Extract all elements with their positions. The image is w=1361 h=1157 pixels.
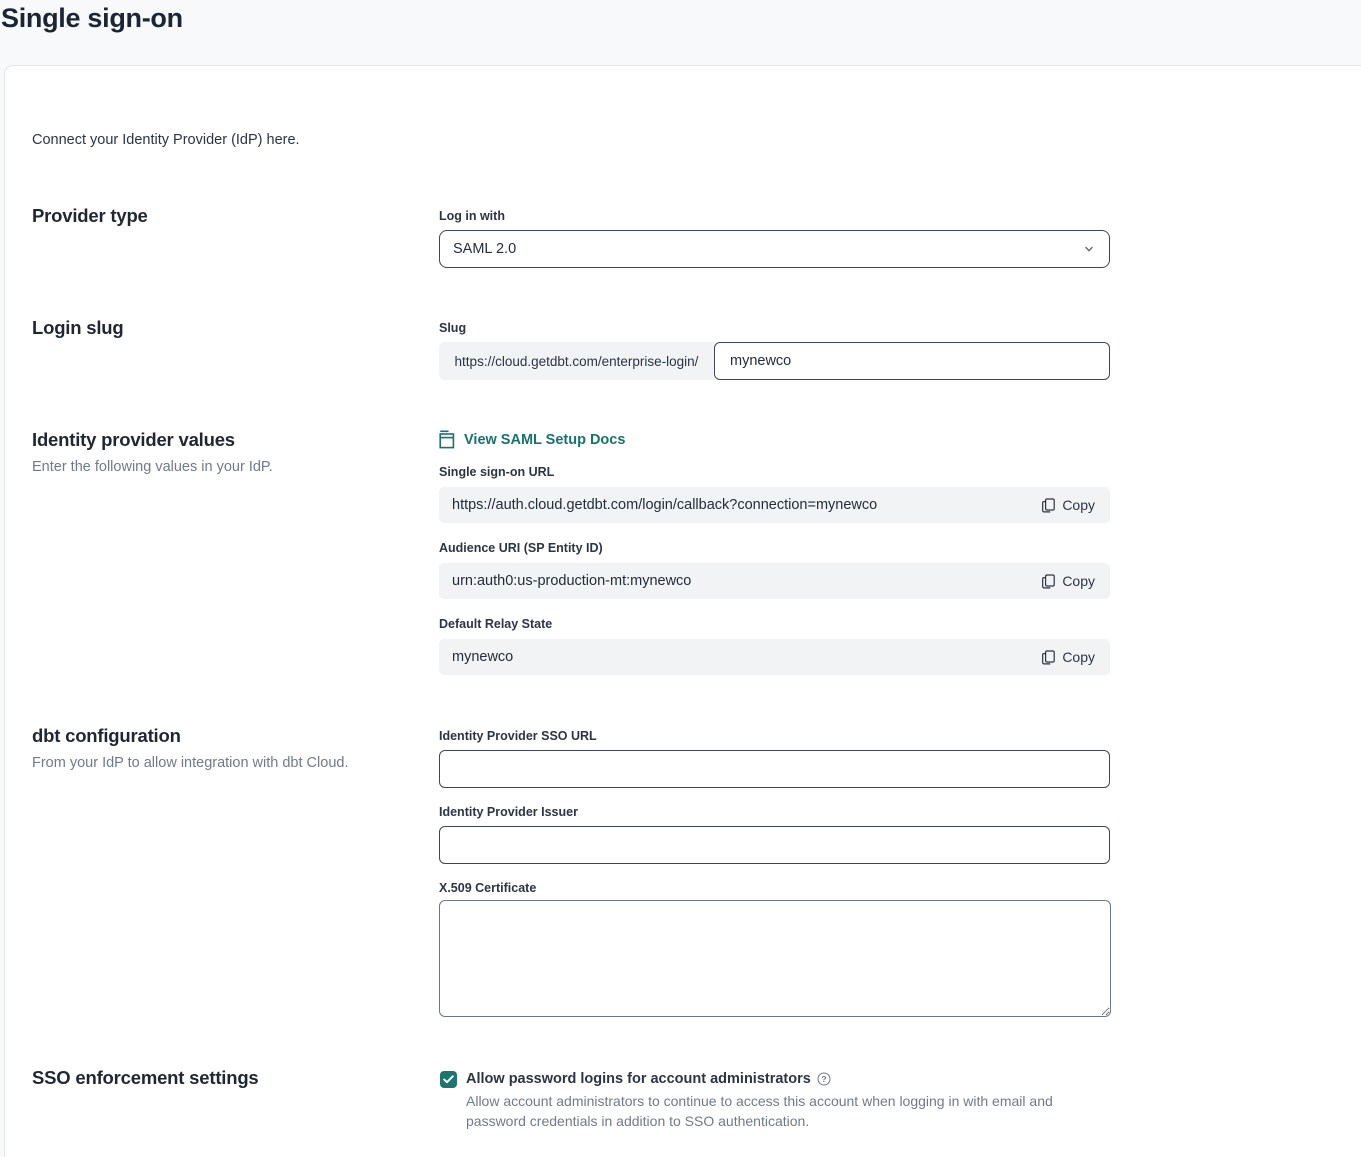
idp-sso-url-input[interactable] [439, 750, 1110, 788]
slug-input[interactable] [714, 342, 1110, 380]
audience-uri-label: Audience URI (SP Entity ID) [439, 541, 603, 555]
view-saml-docs-link[interactable]: View SAML Setup Docs [439, 430, 625, 449]
svg-text:?: ? [821, 1074, 826, 1084]
provider-select[interactable]: SAML 2.0 [439, 230, 1110, 268]
copy-button-label: Copy [1062, 573, 1095, 589]
sso-settings-page: Single sign-on Connect your Identity Pro… [0, 0, 1361, 1157]
copy-icon [1042, 650, 1055, 665]
idp-sso-url-label: Identity Provider SSO URL [439, 729, 597, 743]
sso-url-value: https://auth.cloud.getdbt.com/login/call… [452, 497, 877, 513]
section-heading-dbt-config: dbt configuration [32, 725, 181, 747]
copy-audience-uri-button[interactable]: Copy [1040, 569, 1097, 593]
allow-password-logins-label: Allow password logins for account admini… [466, 1071, 831, 1087]
allow-password-logins-description: Allow account administrators to continue… [466, 1091, 1106, 1131]
slug-label: Slug [439, 321, 466, 335]
allow-password-logins-label-text: Allow password logins for account admini… [466, 1071, 811, 1087]
sso-url-field: https://auth.cloud.getdbt.com/login/call… [439, 487, 1110, 523]
copy-relay-state-button[interactable]: Copy [1040, 645, 1097, 669]
dbt-config-subtext: From your IdP to allow integration with … [32, 755, 348, 771]
x509-certificate-label: X.509 Certificate [439, 881, 536, 895]
page-header: Single sign-on [0, 0, 1361, 65]
section-heading-login-slug: Login slug [32, 317, 124, 339]
checkmark-icon [443, 1075, 454, 1084]
sso-url-label: Single sign-on URL [439, 465, 554, 479]
copy-icon [1042, 498, 1055, 513]
slug-prefix: https://cloud.getdbt.com/enterprise-logi… [439, 342, 714, 380]
idp-values-subtext: Enter the following values in your IdP. [32, 459, 273, 475]
section-heading-idp-values: Identity provider values [32, 429, 235, 451]
section-heading-provider-type: Provider type [32, 205, 148, 227]
provider-select-value: SAML 2.0 [453, 241, 516, 257]
x509-certificate-textarea[interactable] [439, 900, 1111, 1017]
allow-password-logins-checkbox[interactable] [440, 1071, 457, 1088]
idp-issuer-input[interactable] [439, 826, 1110, 864]
slug-field-row: https://cloud.getdbt.com/enterprise-logi… [439, 342, 1110, 380]
section-heading-sso-enforcement: SSO enforcement settings [32, 1067, 259, 1089]
copy-button-label: Copy [1062, 649, 1095, 665]
page-title: Single sign-on [1, 3, 183, 34]
copy-sso-url-button[interactable]: Copy [1040, 493, 1097, 517]
idp-issuer-label: Identity Provider Issuer [439, 805, 578, 819]
audience-uri-value: urn:auth0:us-production-mt:mynewco [452, 573, 691, 589]
view-saml-docs-label: View SAML Setup Docs [464, 432, 625, 448]
chevron-down-icon [1082, 242, 1096, 256]
copy-button-label: Copy [1062, 497, 1095, 513]
docs-icon [439, 430, 455, 449]
intro-text: Connect your Identity Provider (IdP) her… [32, 132, 300, 148]
copy-icon [1042, 574, 1055, 589]
help-icon[interactable]: ? [817, 1072, 831, 1086]
relay-state-label: Default Relay State [439, 617, 552, 631]
relay-state-value: mynewco [452, 649, 513, 665]
relay-state-field: mynewco Copy [439, 639, 1110, 675]
audience-uri-field: urn:auth0:us-production-mt:mynewco Copy [439, 563, 1110, 599]
login-with-label: Log in with [439, 209, 505, 223]
